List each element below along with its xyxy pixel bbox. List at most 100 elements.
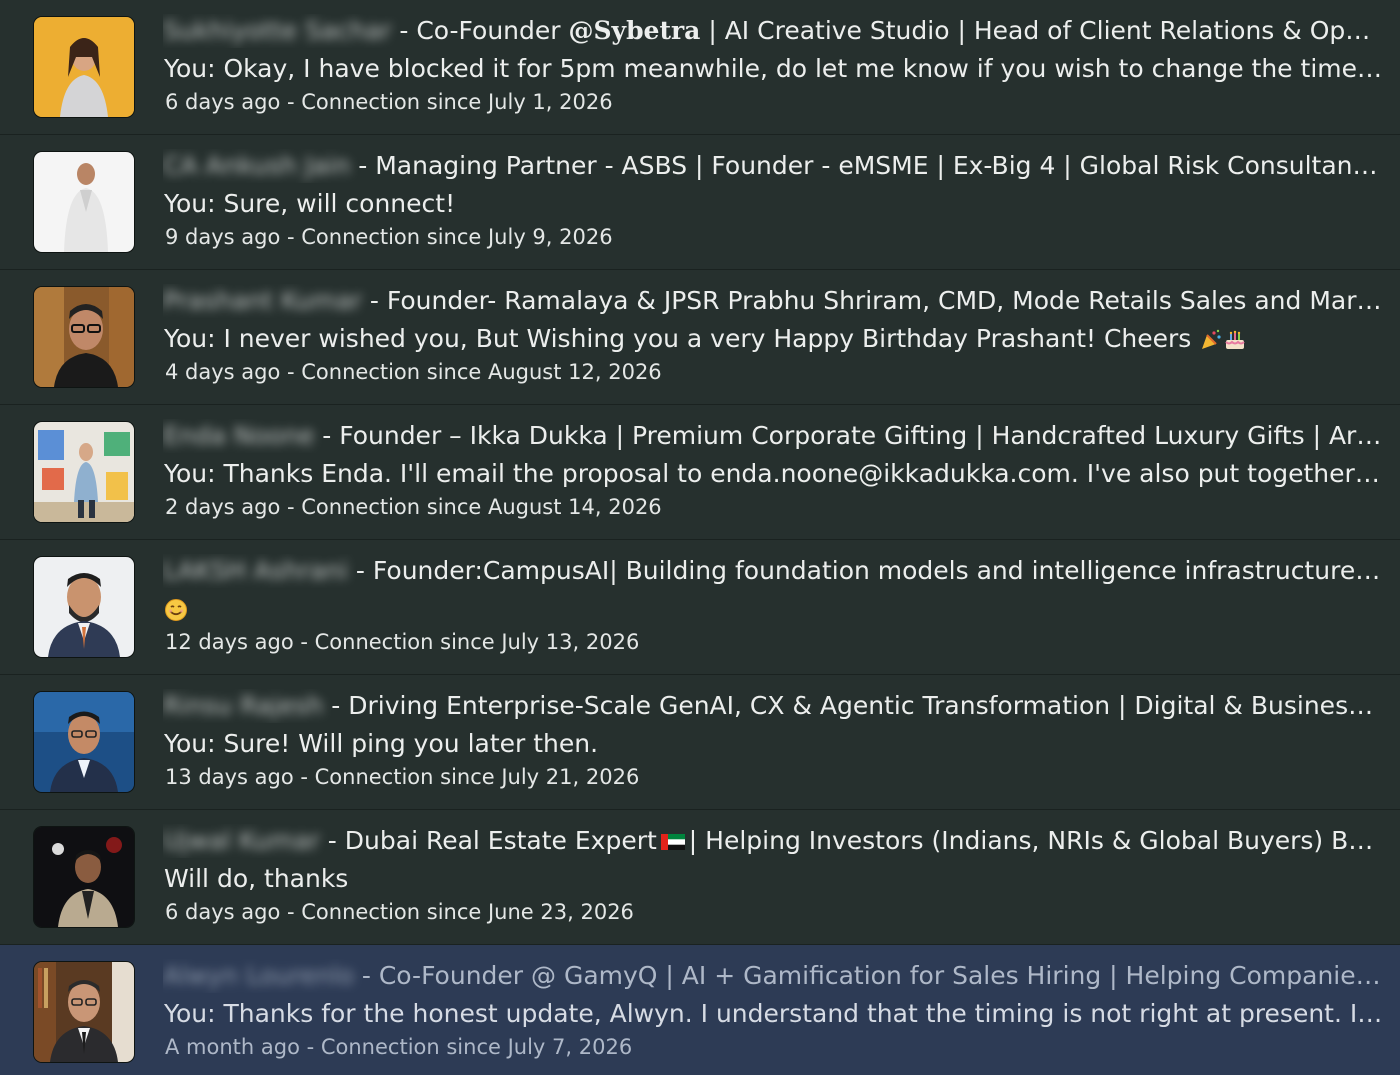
conversation-meta: 2 days ago - Connection since August 14,… [165, 493, 1365, 521]
message-preview: You: Thanks Enda. I'll email the proposa… [164, 459, 1384, 488]
avatar[interactable] [34, 962, 134, 1062]
headline-brand: @Sybetra [568, 16, 701, 45]
conversation-row[interactable]: Prashant Kumar - Founder- Ramalaya & JPS… [0, 270, 1400, 405]
connection-date: Connection since July 1, 2026 [301, 90, 613, 114]
conversation-row[interactable]: Enda Noone - Founder – Ikka Dukka | Prem… [0, 405, 1400, 540]
separator: - [280, 495, 302, 519]
connection-date: Connection since July 13, 2026 [314, 630, 640, 654]
separator: - [347, 556, 373, 585]
timestamp: A month ago [165, 1035, 300, 1059]
timestamp: 13 days ago [165, 765, 294, 789]
contact-name: Rinsu Rajesh [163, 691, 324, 720]
separator: - [293, 765, 315, 789]
message-preview: You: I never wished you, But Wishing you… [164, 322, 1384, 356]
avatar[interactable] [34, 152, 134, 252]
message-text: You: I never wished you, But Wishing you… [164, 324, 1192, 353]
conversation-row[interactable]: CA Ankush Jain - Managing Partner - ASBS… [0, 135, 1400, 270]
profile-photo-icon [34, 692, 134, 792]
conversation-list: Sukhiyotte Sachar - Co-Founder @Sybetra … [0, 0, 1400, 1075]
separator: - [293, 630, 315, 654]
profile-photo-icon [34, 422, 134, 522]
profile-photo-icon [34, 962, 134, 1062]
conversation-meta: 9 days ago - Connection since July 9, 20… [165, 223, 1365, 251]
headline-text: Managing Partner - ASBS | Founder - eMSM… [375, 151, 1385, 180]
connection-date: Connection since June 23, 2026 [301, 900, 634, 924]
conversation-meta: 6 days ago - Connection since June 23, 2… [165, 898, 1365, 926]
connection-date: Connection since July 9, 2026 [301, 225, 613, 249]
conversation-meta: A month ago - Connection since July 7, 2… [165, 1033, 1365, 1061]
separator: - [280, 90, 302, 114]
separator: - [353, 961, 379, 990]
profile-photo-icon [34, 17, 134, 117]
timestamp: 6 days ago [165, 90, 281, 114]
conversation-headline: Enda Noone - Founder – Ikka Dukka | Prem… [163, 419, 1385, 453]
conversation-meta: 12 days ago - Connection since July 13, … [165, 628, 1365, 656]
avatar[interactable] [34, 287, 134, 387]
headline-text: | Helping Investors (Indians, NRIs & Glo… [688, 826, 1385, 855]
timestamp: 12 days ago [165, 630, 294, 654]
separator: - [280, 900, 302, 924]
message-preview: You: Okay, I have blocked it for 5pm mea… [164, 54, 1384, 83]
avatar[interactable] [34, 422, 134, 522]
headline-text: Driving Enterprise-Scale GenAI, CX & Age… [348, 691, 1385, 720]
conversation-meta: 4 days ago - Connection since August 12,… [165, 358, 1365, 386]
contact-name: Enda Noone [163, 421, 315, 450]
timestamp: 9 days ago [165, 225, 281, 249]
headline-text: Founder- Ramalaya & JPSR Prabhu Shriram,… [386, 286, 1385, 315]
connection-date: Connection since July 21, 2026 [314, 765, 640, 789]
message-preview: You: Thanks for the honest update, Alwyn… [164, 999, 1384, 1028]
birthday-cake-icon [1225, 330, 1246, 349]
contact-name: LAKSH Ashrani [163, 556, 348, 585]
contact-name: Sukhiyotte Sachar [163, 16, 392, 45]
timestamp: 6 days ago [165, 900, 281, 924]
conversation-row[interactable]: LAKSH Ashrani - Founder:CampusAI| Buildi… [0, 540, 1400, 675]
message-preview: You: Sure, will connect! [164, 189, 456, 218]
contact-name: CA Ankush Jain [163, 151, 351, 180]
headline-text: Founder:CampusAI| Building foundation mo… [372, 556, 1385, 585]
contact-name: Alwyn Lourenlo [163, 961, 354, 990]
conversation-headline: LAKSH Ashrani - Founder:CampusAI| Buildi… [163, 554, 1385, 588]
message-preview [164, 592, 1384, 626]
avatar[interactable] [34, 692, 134, 792]
separator: - [319, 826, 345, 855]
separator: - [314, 421, 340, 450]
separator: - [280, 225, 302, 249]
separator: - [280, 360, 302, 384]
separator: - [391, 16, 417, 45]
headline-text: | AI Creative Studio | Head of Client Re… [700, 16, 1385, 45]
avatar[interactable] [34, 557, 134, 657]
headline-text: Dubai Real Estate Expert [344, 826, 657, 855]
timestamp: 4 days ago [165, 360, 281, 384]
profile-photo-icon [34, 557, 134, 657]
uae-flag-icon [660, 834, 685, 850]
conversation-row-selected[interactable]: Alwyn Lourenlo - Co-Founder @ GamyQ | AI… [0, 945, 1400, 1075]
conversation-headline: CA Ankush Jain - Managing Partner - ASBS… [163, 149, 1385, 183]
profile-photo-icon [34, 827, 134, 927]
connection-date: Connection since July 7, 2026 [320, 1035, 633, 1059]
contact-name: Prashant Kumar [163, 286, 362, 315]
separator: - [323, 691, 349, 720]
connection-date: Connection since August 14, 2026 [301, 495, 662, 519]
avatar[interactable] [34, 17, 134, 117]
conversation-headline: Alwyn Lourenlo - Co-Founder @ GamyQ | AI… [163, 959, 1385, 993]
profile-photo-icon [34, 287, 134, 387]
conversation-row[interactable]: Sukhiyotte Sachar - Co-Founder @Sybetra … [0, 0, 1400, 135]
connection-date: Connection since August 12, 2026 [301, 360, 662, 384]
avatar[interactable] [34, 827, 134, 927]
conversation-meta: 13 days ago - Connection since July 21, … [165, 763, 1365, 791]
message-preview: Will do, thanks [164, 864, 349, 893]
conversation-headline: Sukhiyotte Sachar - Co-Founder @Sybetra … [163, 14, 1385, 48]
profile-photo-icon [34, 152, 134, 252]
headline-text: Co-Founder @ GamyQ | AI + Gamification f… [378, 961, 1385, 990]
headline-text: Co-Founder [416, 16, 569, 45]
contact-name: Ujwal Kumar [163, 826, 320, 855]
separator: - [350, 151, 376, 180]
smiling-face-icon [165, 599, 187, 621]
conversation-headline: Ujwal Kumar - Dubai Real Estate Expert |… [163, 824, 1385, 858]
conversation-headline: Prashant Kumar - Founder- Ramalaya & JPS… [163, 284, 1385, 318]
separator: - [361, 286, 387, 315]
conversation-row[interactable]: Rinsu Rajesh - Driving Enterprise-Scale … [0, 675, 1400, 810]
separator: - [299, 1035, 321, 1059]
conversation-row[interactable]: Ujwal Kumar - Dubai Real Estate Expert |… [0, 810, 1400, 945]
conversation-headline: Rinsu Rajesh - Driving Enterprise-Scale … [163, 689, 1385, 723]
